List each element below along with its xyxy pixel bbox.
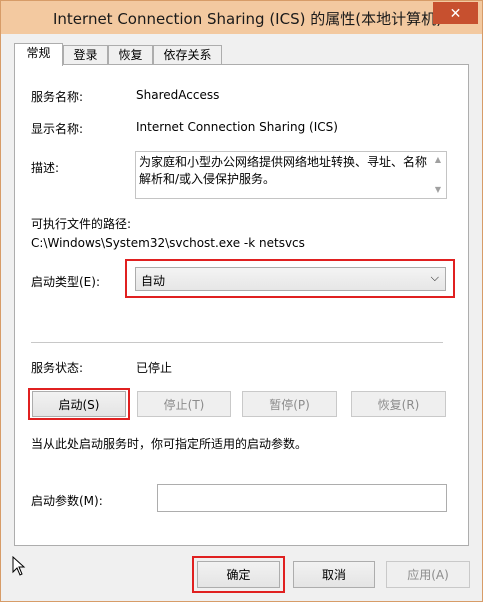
path-label: 可执行文件的路径:: [31, 217, 132, 231]
service-name-value: SharedAccess: [136, 88, 220, 102]
description-text: 为家庭和小型办公网络提供网络地址转换、寻址、名称解析和/或入侵保护服务。: [139, 155, 428, 186]
scroll-down-icon[interactable]: ▼: [432, 184, 444, 196]
service-name-label: 服务名称:: [31, 90, 84, 104]
stop-button[interactable]: 停止(T): [137, 391, 231, 417]
start-params-input[interactable]: [157, 484, 447, 512]
chevron-down-icon: ⌵: [430, 271, 439, 284]
resume-button[interactable]: 恢复(R): [351, 391, 446, 417]
description-label: 描述:: [31, 161, 60, 175]
close-icon: ✕: [449, 4, 462, 21]
pause-button[interactable]: 暂停(P): [242, 391, 337, 417]
title-bar[interactable]: Internet Connection Sharing (ICS) 的属性(本地…: [1, 1, 482, 34]
tab-general[interactable]: 常规: [14, 43, 63, 66]
display-name-label: 显示名称:: [31, 122, 84, 136]
divider: [31, 342, 443, 343]
tab-recovery[interactable]: 恢复: [108, 45, 153, 65]
display-name-value: Internet Connection Sharing (ICS): [136, 120, 338, 134]
start-params-label: 启动参数(M):: [31, 494, 103, 508]
tab-dependencies[interactable]: 依存关系: [153, 45, 222, 65]
close-button[interactable]: ✕: [433, 2, 478, 24]
window-title: Internet Connection Sharing (ICS) 的属性(本地…: [53, 10, 442, 28]
mouse-cursor-icon: [12, 556, 26, 576]
description-box[interactable]: 为家庭和小型办公网络提供网络地址转换、寻址、名称解析和/或入侵保护服务。 ▲ ▼: [135, 151, 447, 199]
cancel-button[interactable]: 取消: [293, 561, 375, 588]
scroll-up-icon[interactable]: ▲: [432, 154, 444, 166]
startup-type-select[interactable]: 自动 ⌵: [135, 267, 446, 291]
path-value: C:\Windows\System32\svchost.exe -k netsv…: [31, 236, 305, 250]
start-params-hint: 当从此处启动服务时，你可指定所适用的启动参数。: [31, 437, 308, 451]
startup-type-label: 启动类型(E):: [31, 275, 100, 289]
ok-button[interactable]: 确定: [197, 561, 280, 588]
tab-logon[interactable]: 登录: [63, 45, 108, 65]
startup-type-value: 自动: [141, 274, 166, 288]
service-status-value: 已停止: [136, 361, 173, 375]
apply-button[interactable]: 应用(A): [386, 561, 470, 588]
start-button[interactable]: 启动(S): [32, 391, 126, 417]
properties-window: Internet Connection Sharing (ICS) 的属性(本地…: [0, 0, 483, 602]
service-status-label: 服务状态:: [31, 361, 84, 375]
